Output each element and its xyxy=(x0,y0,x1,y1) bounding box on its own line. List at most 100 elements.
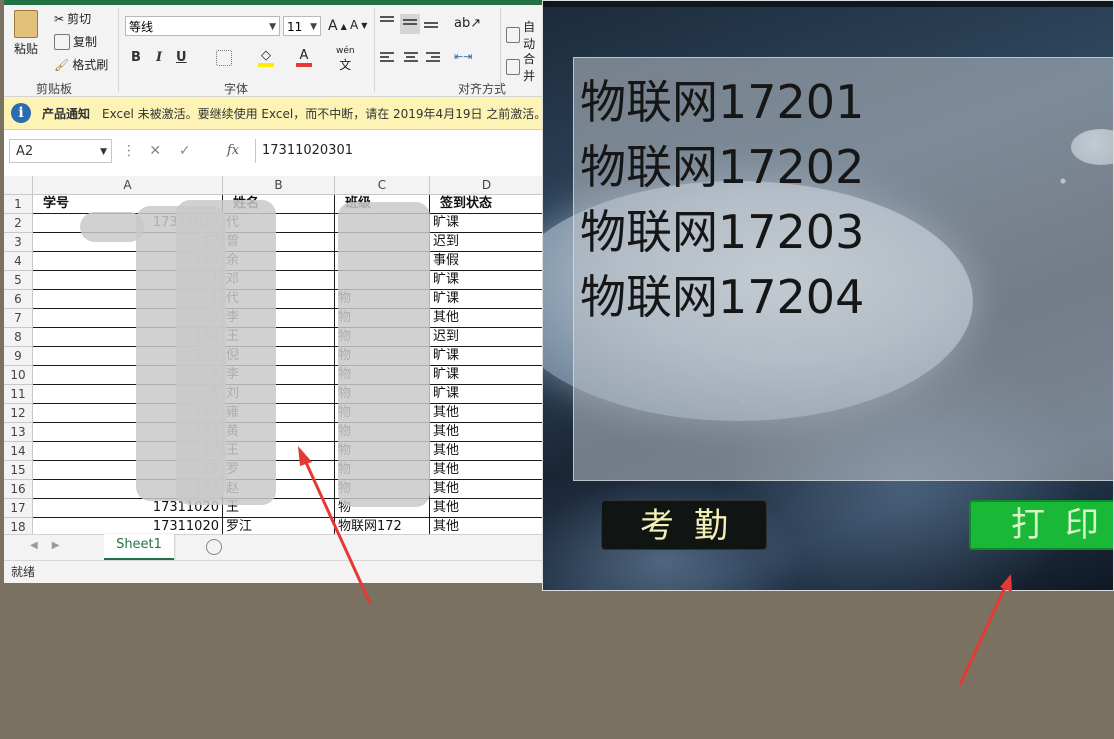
table-cell[interactable]: 罗江 xyxy=(223,518,335,534)
format-painter-button[interactable]: 🖌 格式刷 xyxy=(54,56,108,73)
row-header[interactable]: 1 xyxy=(4,195,33,214)
table-cell[interactable]: 其他 xyxy=(430,442,544,461)
align-center-icon[interactable] xyxy=(404,52,418,64)
table-cell[interactable]: 其他 xyxy=(430,309,544,328)
cut-button[interactable]: ✂ 剪切 xyxy=(54,10,91,27)
row-header[interactable]: 13 xyxy=(4,423,33,442)
decrease-font-icon[interactable]: A ▼ xyxy=(350,18,367,32)
class-item: 物联网17204 xyxy=(580,270,865,324)
align-left-icon[interactable] xyxy=(380,52,394,64)
row-header[interactable]: 11 xyxy=(4,385,33,404)
class-item: 物联网17202 xyxy=(580,140,865,194)
table-cell[interactable]: 旷课 xyxy=(430,385,544,404)
table-cell[interactable]: 旷课 xyxy=(430,271,544,290)
align-group-label: 对齐方式 xyxy=(458,82,507,96)
row-header[interactable]: 12 xyxy=(4,404,33,423)
table-cell[interactable]: 其他 xyxy=(430,404,544,423)
paste-button[interactable]: 粘贴 xyxy=(14,10,38,57)
row-header[interactable]: 18 xyxy=(4,518,33,534)
redaction-blur xyxy=(80,212,144,242)
align-right-icon[interactable] xyxy=(426,52,440,64)
row-header[interactable]: 16 xyxy=(4,480,33,499)
align-top-icon[interactable] xyxy=(380,16,394,28)
excel-window: 粘贴 ✂ 剪切 复制 🖌 格式刷 剪贴板 等线 ▼ 11 ▼ A ▲ A ▼ B I U ◇… xyxy=(4,0,544,583)
row-header[interactable]: 3 xyxy=(4,233,33,252)
table-row: 18 17311020 罗江 物联网172 其他 xyxy=(4,518,544,534)
merge-icon xyxy=(506,59,521,75)
paste-icon xyxy=(14,10,38,38)
border-icon[interactable] xyxy=(216,50,232,66)
indent-icon[interactable]: ⇤⇥ xyxy=(454,50,472,63)
class-item: 物联网17201 xyxy=(580,75,865,129)
name-box[interactable]: A2 ▼ xyxy=(9,139,112,163)
table-cell[interactable]: 旷课 xyxy=(430,347,544,366)
column-header-b[interactable]: B xyxy=(223,176,335,195)
brush-icon: 🖌 xyxy=(54,57,70,72)
table-cell[interactable]: 迟到 xyxy=(430,328,544,347)
phonetic-icon[interactable]: wén 文 xyxy=(336,46,355,73)
increase-font-icon[interactable]: A ▲ xyxy=(328,18,347,34)
column-header-a[interactable]: A xyxy=(33,176,223,195)
row-header[interactable]: 15 xyxy=(4,461,33,480)
row-header[interactable]: 17 xyxy=(4,499,33,518)
chevron-down-icon: ▼ xyxy=(100,147,107,157)
table-cell[interactable]: 17311020 xyxy=(33,518,223,534)
table-cell[interactable]: 事假 xyxy=(430,252,544,271)
notice-title: 产品通知 xyxy=(42,107,91,121)
add-sheet-icon[interactable] xyxy=(206,539,222,555)
orientation-icon[interactable]: ab↗ xyxy=(454,16,481,31)
table-cell[interactable]: 其他 xyxy=(430,518,544,534)
sheet-nav-arrows[interactable]: ◀▶ xyxy=(30,540,73,551)
column-header-d[interactable]: D xyxy=(430,176,544,195)
spreadsheet-grid[interactable]: A B C D 1学号姓名班级签到状态217311020代旷课317曾迟到417… xyxy=(4,176,544,534)
table-cell[interactable]: 其他 xyxy=(430,499,544,518)
sheet-tabs-bar: ◀▶ Sheet1 xyxy=(4,534,544,561)
clipboard-group-label: 剪贴板 xyxy=(36,82,73,96)
copy-icon xyxy=(54,33,70,50)
print-button[interactable]: 打印 xyxy=(969,500,1113,550)
table-cell[interactable]: 旷课 xyxy=(430,290,544,309)
class-item: 物联网17203 xyxy=(580,205,865,259)
wrap-text-button[interactable]: 自动 xyxy=(506,18,544,52)
row-header[interactable]: 5 xyxy=(4,271,33,290)
formula-input[interactable]: 17311020301 xyxy=(255,139,544,163)
fill-color-icon[interactable]: ◇ xyxy=(258,48,274,67)
row-header[interactable]: 7 xyxy=(4,309,33,328)
font-name-select[interactable]: 等线 ▼ xyxy=(125,16,280,36)
font-color-icon[interactable]: A xyxy=(296,48,312,67)
insert-function-button[interactable]: fx xyxy=(227,143,239,158)
chevron-down-icon: ▼ xyxy=(269,22,276,32)
redaction-blur xyxy=(176,200,276,505)
align-bottom-icon[interactable] xyxy=(424,22,438,34)
ribbon-divider xyxy=(500,8,501,92)
row-header[interactable]: 6 xyxy=(4,290,33,309)
row-header[interactable]: 2 xyxy=(4,214,33,233)
row-header[interactable]: 8 xyxy=(4,328,33,347)
row-header[interactable]: 9 xyxy=(4,347,33,366)
header-cell[interactable]: 签到状态 xyxy=(430,195,544,214)
table-cell[interactable]: 其他 xyxy=(430,423,544,442)
italic-button[interactable]: I xyxy=(156,50,162,65)
table-row: 17 17311020 王物其他 xyxy=(4,499,544,518)
copy-button[interactable]: 复制 xyxy=(54,33,97,50)
row-header[interactable]: 10 xyxy=(4,366,33,385)
table-cell[interactable]: 物联网172 xyxy=(335,518,430,534)
table-cell[interactable]: 旷课 xyxy=(430,214,544,233)
select-all-corner[interactable] xyxy=(4,176,33,195)
ribbon-accent xyxy=(4,0,544,5)
table-cell[interactable]: 旷课 xyxy=(430,366,544,385)
merge-button[interactable]: 合并 xyxy=(506,50,544,84)
tab-sheet1[interactable]: Sheet1 xyxy=(104,534,174,561)
row-header[interactable]: 4 xyxy=(4,252,33,271)
row-header[interactable]: 14 xyxy=(4,442,33,461)
align-middle-icon[interactable] xyxy=(400,14,420,34)
font-size-select[interactable]: 11 ▼ xyxy=(283,16,321,36)
column-header-c[interactable]: C xyxy=(335,176,430,195)
bold-button[interactable]: B xyxy=(131,50,141,65)
table-cell[interactable]: 迟到 xyxy=(430,233,544,252)
table-cell[interactable]: 其他 xyxy=(430,480,544,499)
attendance-button[interactable]: 考勤 xyxy=(601,500,767,550)
formula-cancel-confirm-icons[interactable]: ⋮ ✕ ✓ xyxy=(122,143,191,159)
table-cell[interactable]: 其他 xyxy=(430,461,544,480)
underline-button[interactable]: U xyxy=(176,50,187,65)
